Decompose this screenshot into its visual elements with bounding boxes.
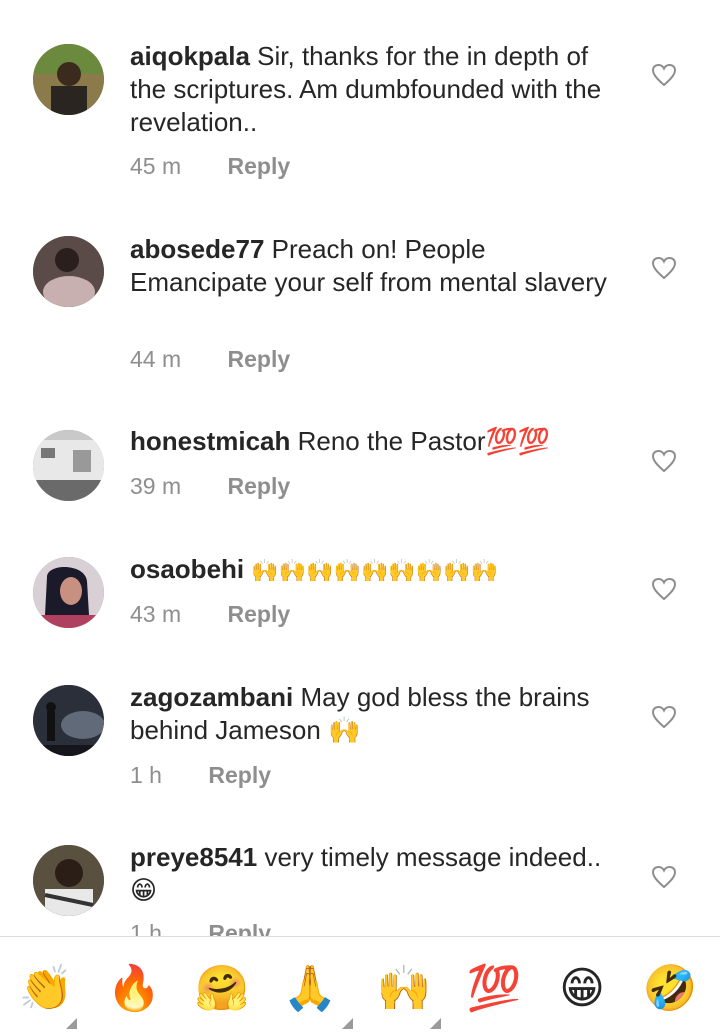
comment-meta: 39 m Reply	[130, 473, 290, 500]
comment-username[interactable]: aiqokpala	[130, 41, 250, 71]
comment-time: 39 m	[130, 473, 182, 499]
hundred-points-emoji-button[interactable]: 💯	[464, 959, 524, 1019]
variant-indicator-icon	[430, 1018, 441, 1029]
like-heart-icon[interactable]	[651, 256, 677, 280]
comment-text: zagozambani May god bless the brains beh…	[130, 681, 630, 747]
avatar[interactable]	[33, 430, 104, 501]
comment-username[interactable]: honestmicah	[130, 426, 290, 456]
comment-time: 1 h	[130, 762, 162, 788]
comment-username[interactable]: abosede77	[130, 234, 264, 264]
comment-body: 🙌🙌🙌🙌🙌🙌🙌🙌🙌	[251, 558, 498, 583]
clapping-hands-emoji-button[interactable]: 👏	[16, 959, 76, 1019]
like-heart-icon[interactable]	[651, 865, 677, 889]
comment-time: 44 m	[130, 346, 182, 372]
comment-body: Reno the Pastor💯💯	[297, 426, 551, 456]
variant-indicator-icon	[66, 1018, 77, 1029]
hugging-face-emoji-button[interactable]: 🤗	[192, 959, 252, 1019]
variant-indicator-icon	[342, 1018, 353, 1029]
fire-emoji-button[interactable]: 🔥	[104, 959, 164, 1019]
comment-text: honestmicah Reno the Pastor💯💯	[130, 425, 630, 458]
avatar[interactable]	[33, 557, 104, 628]
comment-text: abosede77 Preach on! People Emancipate y…	[130, 233, 630, 299]
comment-text: preye8541 very timely message indeed.. 😁	[130, 841, 630, 907]
like-heart-icon[interactable]	[651, 63, 677, 87]
comment-username[interactable]: zagozambani	[130, 682, 293, 712]
reply-button[interactable]: Reply	[228, 153, 291, 180]
grinning-face-emoji-button[interactable]: 😁	[552, 959, 612, 1019]
folded-hands-emoji-button[interactable]: 🙏	[280, 959, 340, 1019]
comment-username[interactable]: preye8541	[130, 842, 257, 872]
reply-button[interactable]: Reply	[228, 346, 291, 373]
raising-hands-emoji-button[interactable]: 🙌	[374, 959, 434, 1019]
comment-meta: 1 h Reply	[130, 762, 271, 789]
reply-button[interactable]: Reply	[208, 762, 271, 789]
like-heart-icon[interactable]	[651, 705, 677, 729]
like-heart-icon[interactable]	[651, 449, 677, 473]
reply-button[interactable]: Reply	[228, 473, 291, 500]
comment-meta: 45 m Reply	[130, 153, 290, 180]
comment-text: osaobehi 🙌🙌🙌🙌🙌🙌🙌🙌🙌	[130, 553, 630, 587]
avatar[interactable]	[33, 685, 104, 756]
avatar[interactable]	[33, 236, 104, 307]
like-heart-icon[interactable]	[651, 577, 677, 601]
avatar[interactable]	[33, 44, 104, 115]
reply-button[interactable]: Reply	[228, 601, 291, 628]
emoji-quick-bar: 👏 🔥 🤗 🙏 🙌 💯 😁 🤣	[0, 936, 720, 1035]
comment-meta: 44 m Reply	[130, 346, 290, 373]
comment-time: 45 m	[130, 153, 182, 179]
comment-time: 43 m	[130, 601, 182, 627]
comment-meta: 43 m Reply	[130, 601, 290, 628]
rofl-face-emoji-button[interactable]: 🤣	[640, 959, 700, 1019]
comment-username[interactable]: osaobehi	[130, 554, 244, 584]
comment-text: aiqokpala Sir, thanks for the in depth o…	[130, 40, 630, 139]
avatar[interactable]	[33, 845, 104, 916]
